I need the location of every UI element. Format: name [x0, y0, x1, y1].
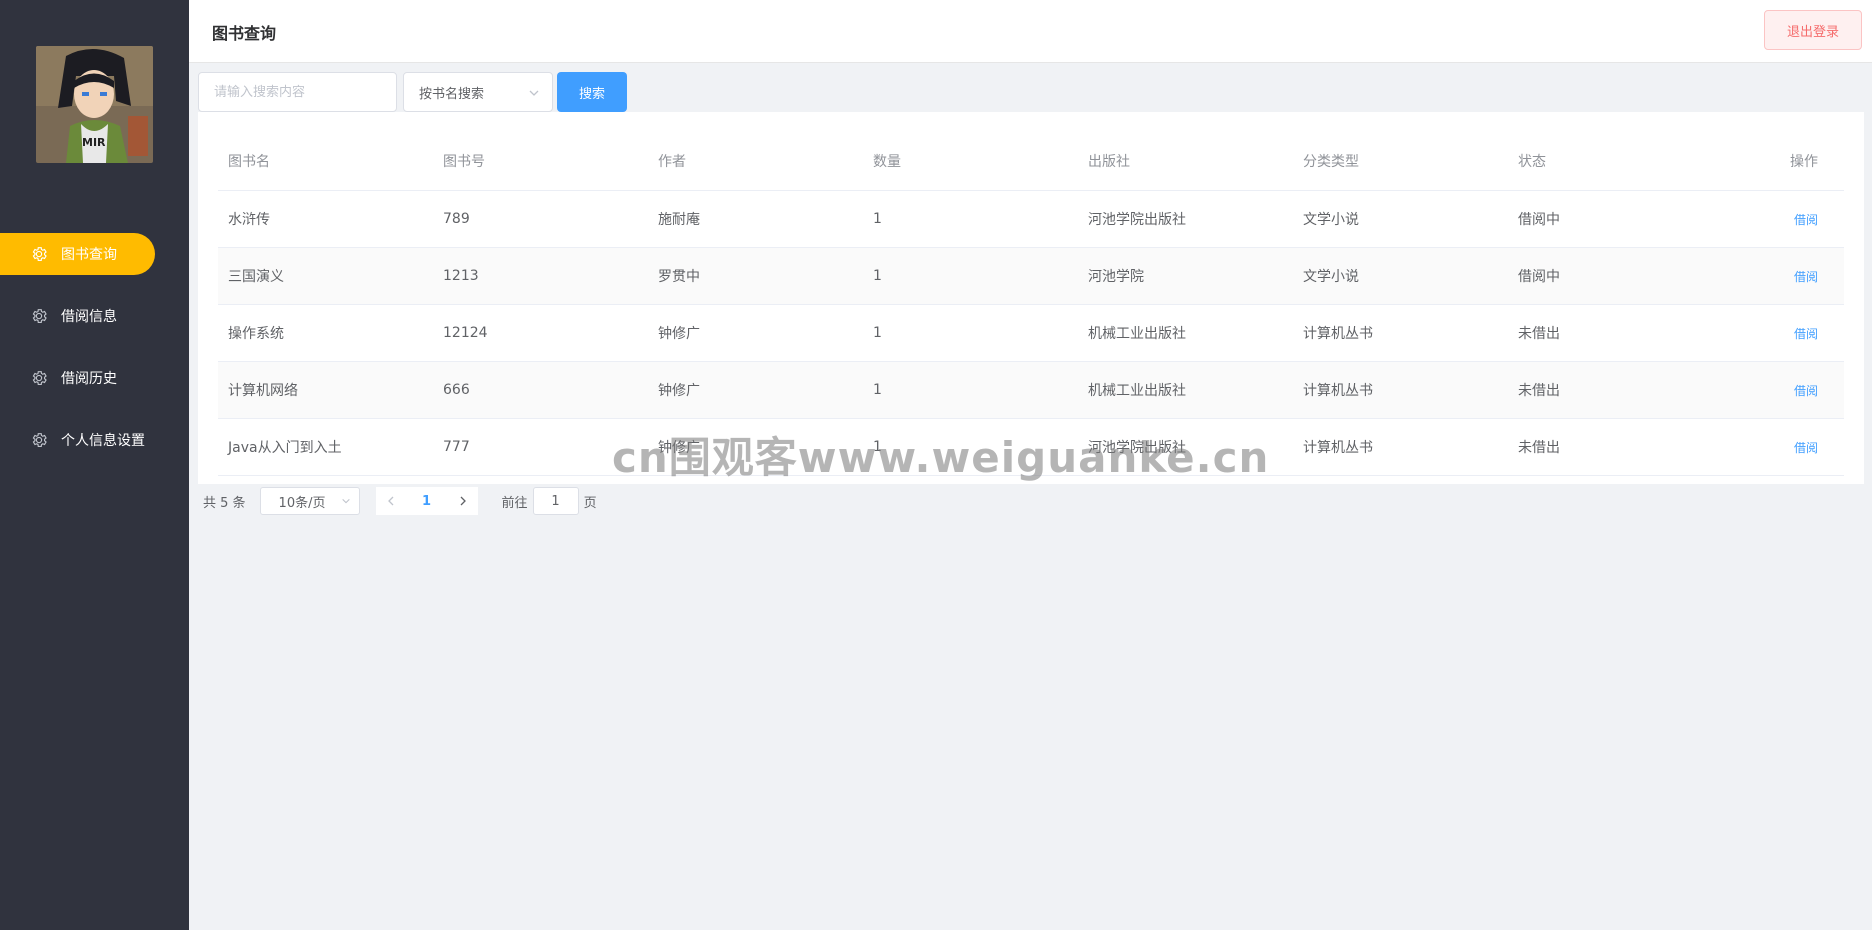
- search-mode-value: 按书名搜索: [419, 86, 485, 102]
- sidebar-item-label: 图书查询: [61, 247, 117, 263]
- gear-icon: [30, 431, 48, 449]
- chevron-left-icon: [387, 496, 394, 506]
- search-mode-select[interactable]: 按书名搜索: [403, 72, 553, 112]
- table-row: 三国演义 1213 罗贯中 1 河池学院 文学小说 借阅中 借阅: [218, 248, 1844, 305]
- book-number: 666: [443, 382, 470, 398]
- book-publisher: 河池学院出版社: [1088, 212, 1186, 228]
- book-author: 钟修广: [658, 383, 700, 399]
- borrow-link[interactable]: 借阅: [1794, 270, 1818, 284]
- sidebar-item-label: 借阅信息: [61, 309, 117, 325]
- book-number: 789: [443, 211, 470, 227]
- book-author: 施耐庵: [658, 212, 700, 228]
- column-header: 分类类型: [1303, 154, 1359, 170]
- gear-icon: [30, 369, 48, 387]
- sidebar-item-book-query[interactable]: 图书查询: [0, 233, 155, 275]
- book-author: 钟修广: [658, 440, 700, 456]
- book-publisher: 机械工业出版社: [1088, 326, 1186, 342]
- book-name: 计算机网络: [228, 383, 298, 399]
- page-size-value: 10条/页: [278, 495, 326, 511]
- goto-suffix: 页: [583, 495, 597, 511]
- avatar: MIR: [36, 46, 153, 163]
- gear-icon: [30, 307, 48, 325]
- book-number: 12124: [443, 325, 488, 341]
- book-name: 操作系统: [228, 326, 284, 342]
- book-status: 未借出: [1518, 326, 1560, 342]
- borrow-link[interactable]: 借阅: [1794, 213, 1818, 227]
- svg-text:MIR: MIR: [82, 136, 106, 149]
- book-name: 三国演义: [228, 269, 284, 285]
- app-root: MIR 图书查询 借阅信息 借阅历史 个人信息设置 图书查询 退出登录 请输入搜…: [0, 0, 1872, 930]
- column-header: 图书名: [228, 154, 270, 170]
- page-size-select[interactable]: 10条/页: [259, 487, 360, 515]
- book-publisher: 河池学院: [1088, 269, 1144, 285]
- book-category: 计算机丛书: [1303, 326, 1373, 342]
- sidebar-item-borrow-history[interactable]: 借阅历史: [0, 357, 189, 399]
- book-status: 未借出: [1518, 440, 1560, 456]
- chevron-down-icon: [529, 90, 539, 96]
- search-button[interactable]: 搜索: [557, 72, 627, 112]
- sidebar-item-borrow-info[interactable]: 借阅信息: [0, 295, 189, 337]
- book-number: 1213: [443, 268, 479, 284]
- goto-page-input[interactable]: [532, 487, 579, 515]
- logout-button[interactable]: 退出登录: [1764, 10, 1862, 50]
- book-count: 1: [873, 211, 882, 227]
- top-header: 图书查询 退出登录: [189, 0, 1872, 63]
- books-table: 图书名 图书号 作者 数量 出版社 分类类型 状态 操作 水浒传 789 施耐庵…: [218, 132, 1844, 476]
- column-header: 作者: [658, 154, 686, 170]
- column-header: 出版社: [1088, 154, 1130, 170]
- book-status: 借阅中: [1518, 269, 1560, 285]
- book-number: 777: [443, 439, 470, 455]
- chevron-down-icon: [341, 498, 350, 504]
- search-input[interactable]: [198, 72, 397, 112]
- avatar-image: MIR: [36, 46, 153, 163]
- column-header: 状态: [1518, 154, 1546, 170]
- book-category: 文学小说: [1303, 212, 1359, 228]
- books-table-card: 图书名 图书号 作者 数量 出版社 分类类型 状态 操作 水浒传 789 施耐庵…: [198, 112, 1864, 484]
- pagination-total: 共 5 条: [203, 495, 246, 511]
- page-title: 图书查询: [212, 24, 277, 43]
- book-name: 水浒传: [228, 212, 270, 228]
- book-count: 1: [873, 268, 882, 284]
- next-page-button[interactable]: [447, 487, 478, 515]
- book-count: 1: [873, 325, 882, 341]
- table-row: 水浒传 789 施耐庵 1 河池学院出版社 文学小说 借阅中 借阅: [218, 191, 1844, 248]
- book-status: 未借出: [1518, 383, 1560, 399]
- table-row: 计算机网络 666 钟修广 1 机械工业出版社 计算机丛书 未借出 借阅: [218, 362, 1844, 419]
- sidebar: MIR 图书查询 借阅信息 借阅历史 个人信息设置: [0, 0, 189, 930]
- goto-prefix: 前往: [501, 495, 528, 511]
- table-row: 操作系统 12124 钟修广 1 机械工业出版社 计算机丛书 未借出 借阅: [218, 305, 1844, 362]
- column-header: 操作: [1790, 154, 1818, 170]
- sidebar-item-profile-settings[interactable]: 个人信息设置: [0, 419, 189, 461]
- book-publisher: 河池学院出版社: [1088, 440, 1186, 456]
- book-count: 1: [873, 382, 882, 398]
- gear-icon: [30, 245, 48, 263]
- book-category: 文学小说: [1303, 269, 1359, 285]
- table-row: Java从入门到入土 777 钟修广 1 河池学院出版社 计算机丛书 未借出 借…: [218, 419, 1844, 476]
- pagination: 共 5 条 10条/页 1 前往 页: [203, 487, 597, 515]
- book-author: 钟修广: [658, 326, 700, 342]
- book-name: Java从入门到入土: [228, 440, 342, 456]
- sidebar-item-label: 个人信息设置: [61, 433, 145, 449]
- book-publisher: 机械工业出版社: [1088, 383, 1186, 399]
- borrow-link[interactable]: 借阅: [1794, 384, 1818, 398]
- table-header-row: 图书名 图书号 作者 数量 出版社 分类类型 状态 操作: [218, 132, 1844, 191]
- chevron-right-icon: [460, 496, 466, 506]
- borrow-link[interactable]: 借阅: [1794, 327, 1818, 341]
- book-status: 借阅中: [1518, 212, 1560, 228]
- prev-page-button[interactable]: [375, 487, 406, 515]
- book-category: 计算机丛书: [1303, 383, 1373, 399]
- sidebar-menu: 图书查询 借阅信息 借阅历史 个人信息设置: [0, 233, 189, 481]
- column-header: 图书号: [443, 154, 485, 170]
- goto-page: 前往 页: [502, 487, 597, 515]
- column-header: 数量: [873, 154, 901, 170]
- page-number-current[interactable]: 1: [405, 487, 448, 515]
- book-category: 计算机丛书: [1303, 440, 1373, 456]
- borrow-link[interactable]: 借阅: [1794, 441, 1818, 455]
- book-count: 1: [873, 439, 882, 455]
- sidebar-item-label: 借阅历史: [61, 371, 117, 387]
- book-author: 罗贯中: [658, 269, 700, 285]
